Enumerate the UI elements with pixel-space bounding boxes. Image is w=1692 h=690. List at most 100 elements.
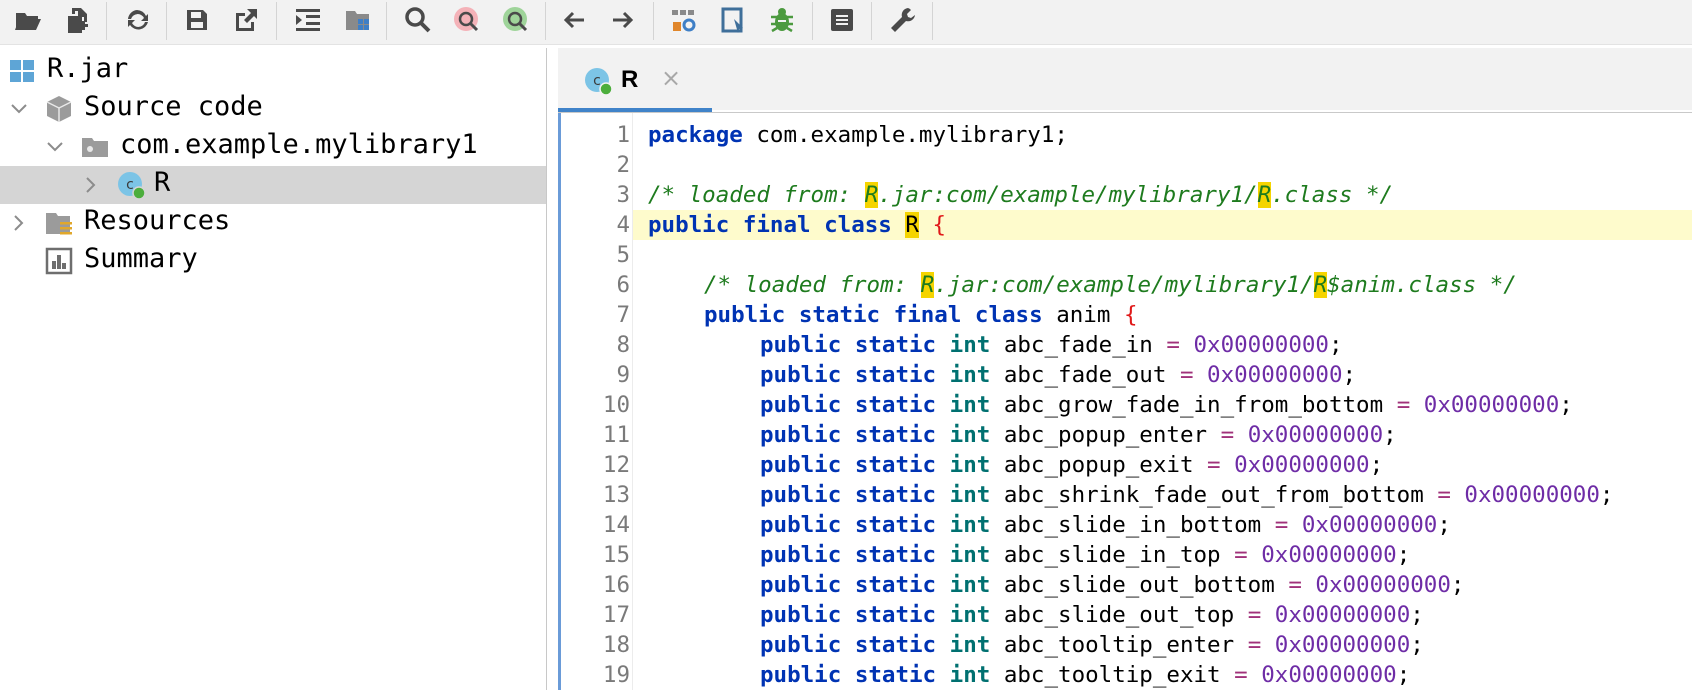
save-icon[interactable] (177, 0, 217, 40)
code-line-field: public static int abc_fade_in = 0x000000… (760, 330, 1343, 360)
search-match: R (864, 182, 879, 208)
code-operator: = (1234, 662, 1248, 688)
code-keyword: public static (760, 482, 937, 508)
code-keyword: public static (760, 632, 937, 658)
code-semicolon: ; (1396, 662, 1411, 688)
settings-network-icon[interactable] (664, 0, 704, 40)
code-type: int (949, 542, 991, 568)
code-line-field: public static int abc_popup_enter = 0x00… (760, 420, 1397, 450)
open-folder-icon[interactable] (8, 0, 48, 40)
bookmark-icon[interactable] (713, 0, 753, 40)
line-number: 7 (616, 302, 630, 328)
code-keyword: public static (760, 512, 937, 538)
code-operator: = (1247, 602, 1262, 628)
field-name: abc_tooltip_enter (1003, 632, 1235, 658)
back-icon[interactable] (554, 0, 594, 40)
forward-icon[interactable] (603, 0, 643, 40)
refresh-icon[interactable] (117, 0, 157, 40)
code-number: 0x00000000 (1464, 482, 1600, 508)
tree-item-summary[interactable]: Summary (0, 242, 546, 280)
code-semicolon: ; (1369, 452, 1384, 478)
main-toolbar (0, 0, 1692, 45)
tree-item-package[interactable]: com.example.mylibrary1 (0, 128, 546, 166)
code-semicolon: ; (1342, 362, 1357, 388)
code-keyword: public static (760, 362, 937, 388)
code-line-field: public static int abc_popup_exit = 0x000… (760, 450, 1383, 480)
code-keyword: public static (760, 422, 937, 448)
search-match: R (1257, 182, 1272, 208)
code-number: 0x00000000 (1193, 332, 1329, 358)
code-keyword: public final class (648, 212, 892, 238)
code-line-field: public static int abc_slide_out_bottom =… (760, 570, 1464, 600)
code-line-field: public static int abc_fade_out = 0x00000… (760, 360, 1356, 390)
code-type: int (949, 362, 991, 388)
tree-item-resources[interactable]: Resources (0, 204, 546, 242)
wrench-icon[interactable] (883, 0, 923, 40)
code-editor[interactable]: 1 2 3 4 5 6 7 8 9 10 11 12 13 14 15 16 1… (558, 113, 1692, 690)
package-folder-icon (80, 132, 110, 162)
chevron-right-icon[interactable] (10, 214, 28, 232)
line-number: 1 (616, 122, 630, 148)
search-icon[interactable] (398, 0, 438, 40)
bug-icon[interactable] (762, 0, 802, 40)
project-structure-icon[interactable] (338, 0, 378, 40)
code-semicolon: ; (1450, 572, 1465, 598)
new-file-icon[interactable] (58, 0, 98, 40)
code-semicolon: ; (1410, 632, 1424, 658)
code-number: 0x00000000 (1423, 392, 1560, 418)
code-keyword: public static (760, 332, 937, 358)
code-operator: = (1437, 482, 1451, 508)
resources-folder-icon (44, 208, 74, 238)
class-icon: c (116, 170, 146, 200)
structure-icon[interactable] (822, 0, 862, 40)
tree-item-root[interactable]: R.jar (0, 52, 546, 90)
code-text: com.example.mylibrary1; (742, 122, 1068, 148)
close-icon[interactable]: × (661, 64, 681, 92)
line-number: 10 (602, 392, 630, 418)
search-match: R (905, 212, 919, 238)
tree-item-label: R.jar (47, 53, 129, 84)
code-operator: = (1274, 512, 1289, 538)
field-name: abc_shrink_fade_out_from_bottom (1003, 482, 1424, 508)
code-number: 0x00000000 (1234, 452, 1370, 478)
editor-tab-bar: c R × (558, 48, 1692, 110)
code-number: 0x00000000 (1247, 422, 1384, 448)
field-name: abc_grow_fade_in_from_bottom (1003, 392, 1384, 418)
line-number: 8 (616, 332, 630, 358)
chevron-down-icon[interactable] (46, 138, 64, 156)
code-operator: = (1396, 392, 1411, 418)
line-number: 5 (616, 242, 630, 268)
code-number: 0x00000000 (1315, 572, 1451, 598)
line-number: 17 (602, 602, 630, 628)
code-number: 0x00000000 (1261, 662, 1397, 688)
code-operator: = (1247, 632, 1262, 658)
export-icon[interactable] (226, 0, 266, 40)
code-line-field: public static int abc_tooltip_enter = 0x… (760, 630, 1424, 660)
line-number: 6 (616, 272, 630, 298)
find-usages-icon[interactable] (447, 0, 487, 40)
code-semicolon: ; (1599, 482, 1614, 508)
tree-item-class-r[interactable]: c R (0, 166, 546, 204)
line-number-gutter: 1 2 3 4 5 6 7 8 9 10 11 12 13 14 15 16 1… (564, 113, 633, 690)
chevron-right-icon[interactable] (82, 176, 100, 194)
tab-r[interactable]: c R × (558, 48, 712, 110)
line-number: 19 (602, 662, 630, 688)
chevron-down-icon[interactable] (10, 100, 28, 118)
code-line-comment: /* loaded from: R.jar:com/example/mylibr… (648, 180, 1393, 210)
line-number: 9 (616, 362, 630, 388)
code-semicolon: ; (1559, 392, 1573, 418)
tree-item-source-code[interactable]: Source code (0, 90, 546, 128)
tab-label: R (621, 66, 639, 93)
summary-icon (44, 246, 74, 276)
code-keyword: public static (760, 602, 937, 628)
search-everywhere-icon[interactable] (496, 0, 536, 40)
code-type: int (949, 602, 991, 628)
code-line-comment: /* loaded from: R.jar:com/example/mylibr… (704, 270, 1517, 300)
field-name: abc_fade_out (1003, 362, 1167, 388)
comment-text: /* loaded from: (704, 272, 921, 298)
collapse-icon[interactable] (288, 0, 328, 40)
field-name: abc_slide_out_bottom (1003, 572, 1275, 598)
field-name: abc_slide_in_top (1003, 542, 1221, 568)
code-semicolon: ; (1328, 332, 1343, 358)
comment-text: $anim.class */ (1327, 272, 1517, 298)
